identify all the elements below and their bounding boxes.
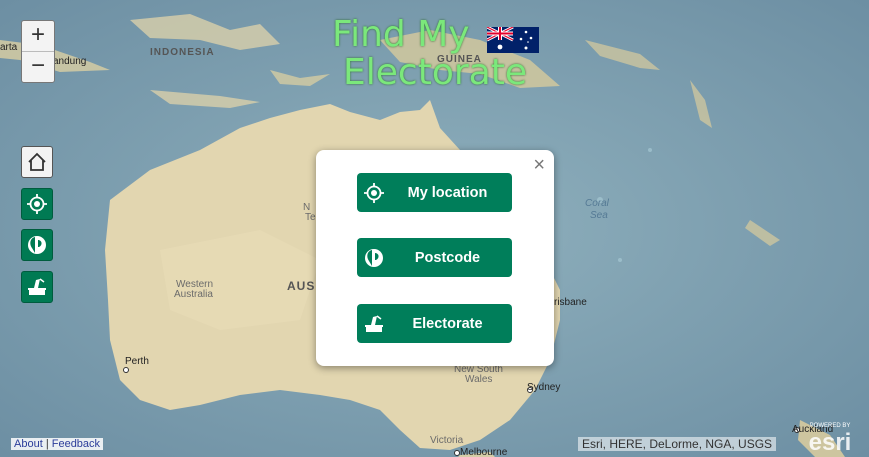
- footer-separator: |: [45, 438, 49, 450]
- postcode-button[interactable]: Postcode: [357, 238, 512, 277]
- map-label-nsw-2: Wales: [465, 374, 493, 385]
- electorate-button[interactable]: Electorate: [357, 304, 512, 343]
- map-label-bandung: andung: [53, 56, 87, 67]
- app-title-line2: Electorate: [343, 52, 527, 93]
- map-label-indonesia: INDONESIA: [150, 47, 215, 58]
- map-label-sydney: Sydney: [527, 382, 561, 393]
- zoom-in-button[interactable]: +: [22, 21, 54, 51]
- close-button[interactable]: ×: [533, 154, 545, 177]
- search-options-dialog: × My location Postcode Electorate: [316, 150, 554, 366]
- electorate-label: Electorate: [412, 315, 483, 332]
- home-icon: [28, 152, 46, 171]
- map-label-jakarta: arta: [0, 42, 18, 53]
- esri-logo-text: esri: [809, 429, 852, 454]
- postcode-label: Postcode: [414, 249, 481, 266]
- feedback-link[interactable]: Feedback: [52, 438, 100, 450]
- footer-links: About | Feedback: [11, 438, 104, 450]
- side-postcode-button[interactable]: [21, 229, 53, 261]
- map-label-victoria: Victoria: [430, 435, 464, 446]
- map-label-australia: AUS: [287, 279, 316, 293]
- postcode-icon: [365, 248, 383, 267]
- australian-flag-icon: [487, 27, 539, 53]
- side-electorate-button[interactable]: [21, 271, 53, 303]
- map-label-sea: Sea: [590, 210, 608, 221]
- map-label-coral: Coral: [585, 198, 609, 209]
- map-label-perth: Perth: [125, 356, 149, 367]
- map-attribution: Esri, HERE, DeLorme, NGA, USGS: [578, 437, 777, 451]
- my-location-label: My location: [407, 184, 488, 201]
- zoom-out-button[interactable]: −: [22, 51, 54, 82]
- about-link[interactable]: About: [14, 438, 43, 450]
- ballot-box-icon: [28, 278, 46, 295]
- postcode-icon: [28, 236, 46, 254]
- map-label-brisbane: risbane: [554, 297, 587, 308]
- esri-logo[interactable]: POWERED BY esri: [797, 418, 863, 454]
- my-location-button[interactable]: My location: [357, 173, 512, 212]
- side-locate-button[interactable]: [21, 188, 53, 220]
- map-label-nt-2: Te: [305, 212, 316, 223]
- map-label-australia-state: Australia: [174, 289, 213, 300]
- zoom-control: + −: [21, 20, 55, 83]
- map-label-melbourne: Melbourne: [460, 447, 508, 457]
- home-button[interactable]: [21, 146, 53, 178]
- locate-icon: [364, 182, 384, 203]
- locate-icon: [27, 194, 47, 214]
- ballot-box-icon: [365, 314, 383, 332]
